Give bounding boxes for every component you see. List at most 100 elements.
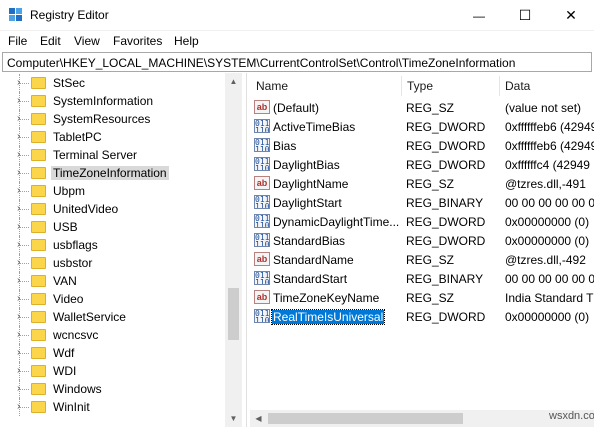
- values-scroll-thumb[interactable]: [268, 413, 463, 424]
- tree-item[interactable]: › Video: [0, 290, 225, 308]
- tree-item[interactable]: › VAN: [0, 272, 225, 290]
- value-data: 0xffffffc4 (42949: [505, 158, 590, 172]
- scroll-down-icon[interactable]: ▼: [225, 410, 242, 427]
- tree-item[interactable]: › USB: [0, 218, 225, 236]
- menu-edit[interactable]: Edit: [40, 34, 61, 48]
- column-header-data[interactable]: Data: [505, 79, 530, 93]
- expand-chevron-icon[interactable]: ›: [17, 329, 20, 340]
- tree-item[interactable]: › Ubpm: [0, 182, 225, 200]
- menu-bar: File Edit View Favorites Help: [0, 31, 594, 51]
- expand-chevron-icon[interactable]: ›: [17, 365, 20, 376]
- expand-chevron-icon[interactable]: ›: [17, 239, 20, 250]
- tree-connector: [20, 83, 29, 84]
- value-row[interactable]: 011 110 RealTimeIsUniversal REG_DWORD 0x000…: [250, 307, 594, 326]
- tree-item-label: SystemResources: [53, 112, 151, 126]
- value-row[interactable]: 011 110 StandardBias REG_DWORD 0x00000000 (…: [250, 231, 594, 250]
- tree-item-label: UnitedVideo: [53, 202, 119, 216]
- tree-item[interactable]: › WDI: [0, 362, 225, 380]
- menu-file[interactable]: File: [8, 34, 27, 48]
- value-name: DaylightStart: [273, 196, 342, 210]
- column-header-type[interactable]: Type: [407, 79, 433, 93]
- expand-chevron-icon[interactable]: ›: [17, 293, 20, 304]
- column-header-name[interactable]: Name: [256, 79, 288, 93]
- value-data: 00 00 00 00 00 00: [505, 196, 594, 210]
- tree-connector: [20, 119, 29, 120]
- expand-chevron-icon[interactable]: ›: [17, 77, 20, 88]
- value-row[interactable]: 011 110 StandardStart REG_BINARY 00 00 00 0…: [250, 269, 594, 288]
- tree-item[interactable]: › wcncsvc: [0, 326, 225, 344]
- value-data: @tzres.dll,-492: [505, 253, 586, 267]
- tree-item[interactable]: › WalletService: [0, 308, 225, 326]
- value-type: REG_SZ: [406, 253, 455, 267]
- tree-item[interactable]: › Windows: [0, 380, 225, 398]
- tree-vertical-scrollbar[interactable]: ▲ ▼: [225, 73, 242, 427]
- value-row[interactable]: 011 110 DynamicDaylightTime... REG_DWORD 0x…: [250, 212, 594, 231]
- expand-chevron-icon[interactable]: ›: [17, 221, 20, 232]
- scroll-up-icon[interactable]: ▲: [225, 73, 242, 90]
- values-pane[interactable]: Name Type Data ab (Default) REG_SZ (value n…: [250, 73, 594, 427]
- expand-chevron-icon[interactable]: ›: [17, 113, 20, 124]
- value-name: StandardBias: [273, 234, 346, 248]
- value-row[interactable]: 011 110 Bias REG_DWORD 0xffffffeb6 (42949: [250, 136, 594, 155]
- expand-chevron-icon[interactable]: ›: [17, 383, 20, 394]
- tree-item[interactable]: › SystemInformation: [0, 92, 225, 110]
- scroll-left-icon[interactable]: ◀: [250, 410, 267, 427]
- value-row[interactable]: ab DaylightName REG_SZ @tzres.dll,-491: [250, 174, 594, 193]
- value-name: DynamicDaylightTime...: [273, 215, 400, 229]
- expand-chevron-icon[interactable]: ›: [17, 95, 20, 106]
- folder-icon: [31, 221, 46, 233]
- value-data: 0xffffffeb6 (42949: [505, 139, 594, 153]
- menu-help[interactable]: Help: [174, 34, 199, 48]
- expand-chevron-icon[interactable]: ›: [17, 401, 20, 412]
- value-row[interactable]: ab (Default) REG_SZ (value not set): [250, 98, 594, 117]
- folder-icon: [31, 149, 46, 161]
- key-tree-pane[interactable]: › StSec › SystemInformation › SystemResources…: [0, 73, 247, 427]
- tree-item[interactable]: › WinInit: [0, 398, 225, 416]
- tree-item-label: usbstor: [53, 256, 93, 270]
- binary-value-icon: 011 110: [254, 119, 270, 133]
- tree-connector: [20, 371, 29, 372]
- tree-item[interactable]: › Terminal Server: [0, 146, 225, 164]
- column-separator[interactable]: [401, 76, 402, 96]
- expand-chevron-icon[interactable]: ›: [17, 257, 20, 268]
- menu-view[interactable]: View: [74, 34, 100, 48]
- menu-favorites[interactable]: Favorites: [113, 34, 162, 48]
- expand-chevron-icon[interactable]: ›: [17, 149, 20, 160]
- maximize-button[interactable]: ☐: [502, 0, 548, 31]
- value-row[interactable]: ab StandardName REG_SZ @tzres.dll,-492: [250, 250, 594, 269]
- tree-item[interactable]: › SystemResources: [0, 110, 225, 128]
- minimize-button[interactable]: —: [456, 0, 502, 31]
- expand-chevron-icon[interactable]: ›: [17, 203, 20, 214]
- values-horizontal-scrollbar[interactable]: ◀: [250, 410, 594, 427]
- value-type: REG_SZ: [406, 101, 455, 115]
- value-name: StandardName: [273, 253, 354, 267]
- value-row[interactable]: 011 110 DaylightBias REG_DWORD 0xffffffc4 (…: [250, 155, 594, 174]
- tree-item[interactable]: › usbstor: [0, 254, 225, 272]
- tree-item[interactable]: › TabletPC: [0, 128, 225, 146]
- value-type: REG_DWORD: [406, 120, 486, 134]
- expand-chevron-icon[interactable]: ›: [17, 275, 20, 286]
- tree-scroll-thumb[interactable]: [228, 288, 239, 340]
- tree-item[interactable]: › StSec: [0, 74, 225, 92]
- tree-item[interactable]: › TimeZoneInformation: [0, 164, 225, 182]
- expand-chevron-icon[interactable]: ›: [17, 347, 20, 358]
- address-path[interactable]: Computer\HKEY_LOCAL_MACHINE\SYSTEM\Curre…: [7, 56, 515, 70]
- close-button[interactable]: ✕: [548, 0, 594, 31]
- address-bar[interactable]: Computer\HKEY_LOCAL_MACHINE\SYSTEM\Curre…: [2, 52, 592, 72]
- tree-item-label: WalletService: [53, 310, 126, 324]
- expand-chevron-icon[interactable]: ›: [17, 311, 20, 322]
- tree-item[interactable]: › usbflags: [0, 236, 225, 254]
- expand-chevron-icon[interactable]: ›: [17, 185, 20, 196]
- tree-item[interactable]: › Wdf: [0, 344, 225, 362]
- tree-item-label: TabletPC: [53, 130, 102, 144]
- expand-chevron-icon[interactable]: ›: [17, 131, 20, 142]
- tree-item[interactable]: › UnitedVideo: [0, 200, 225, 218]
- value-name: RealTimeIsUniversal: [270, 309, 386, 325]
- value-row[interactable]: 011 110 ActiveTimeBias REG_DWORD 0xffffffeb…: [250, 117, 594, 136]
- expand-chevron-icon[interactable]: ›: [17, 167, 20, 178]
- value-data: 0xffffffeb6 (42949: [505, 120, 594, 134]
- folder-icon: [31, 293, 46, 305]
- value-row[interactable]: 011 110 DaylightStart REG_BINARY 00 00 00 0…: [250, 193, 594, 212]
- value-row[interactable]: ab TimeZoneKeyName REG_SZ India Standard T: [250, 288, 594, 307]
- column-separator[interactable]: [499, 76, 500, 96]
